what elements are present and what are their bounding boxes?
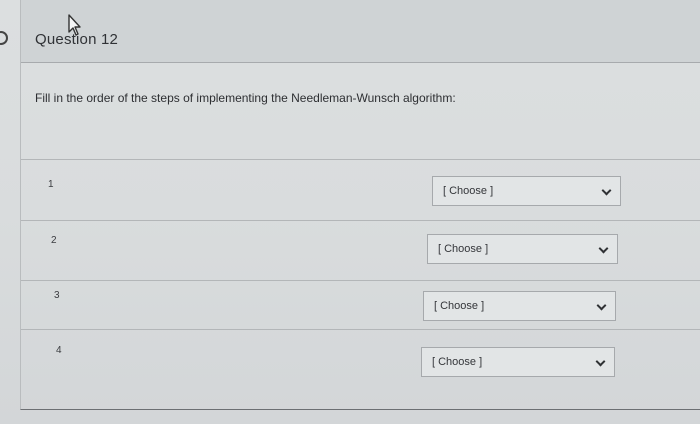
select-value: [ Choose ] [443, 185, 494, 197]
row-number-2: 2 [51, 235, 57, 246]
chevron-down-icon [595, 356, 606, 367]
question-header: Question 12 [21, 0, 700, 63]
select-value: [ Choose ] [434, 300, 485, 312]
screen: Question 12 Fill in the order of the ste… [0, 0, 700, 424]
chevron-down-icon [601, 185, 612, 196]
circle-nav-icon[interactable] [0, 31, 8, 45]
chevron-down-icon [596, 300, 607, 311]
step-4-select[interactable]: [ Choose ] [421, 347, 615, 377]
divider [21, 280, 700, 281]
question-panel: Question 12 Fill in the order of the ste… [20, 0, 700, 410]
row-number-4: 4 [56, 345, 62, 356]
divider [21, 329, 700, 330]
question-instructions: Fill in the order of the steps of implem… [35, 91, 456, 105]
select-value: [ Choose ] [438, 243, 489, 255]
step-1-select[interactable]: [ Choose ] [432, 176, 621, 206]
row-number-1: 1 [48, 179, 54, 190]
divider [21, 220, 700, 221]
step-2-select[interactable]: [ Choose ] [427, 234, 618, 264]
select-value: [ Choose ] [432, 356, 483, 368]
mouse-pointer-icon [68, 14, 81, 36]
chevron-down-icon [598, 243, 609, 254]
step-3-select[interactable]: [ Choose ] [423, 291, 616, 321]
divider [21, 159, 700, 160]
row-number-3: 3 [54, 290, 60, 301]
